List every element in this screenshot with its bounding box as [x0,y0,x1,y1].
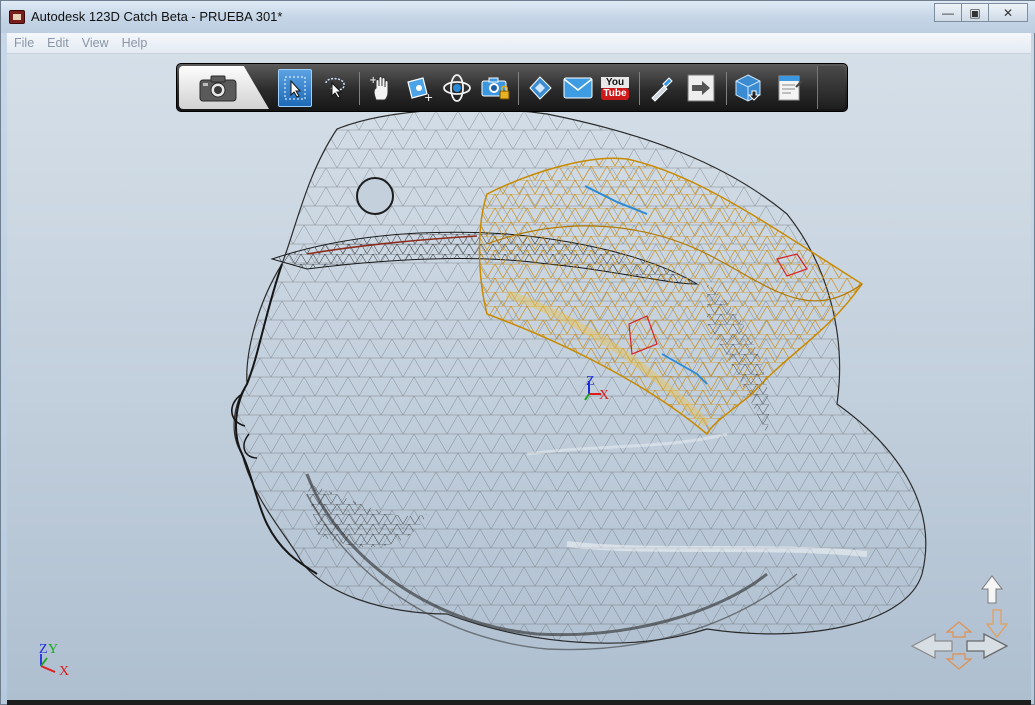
lasso-select-icon [325,77,345,99]
pan-tool-button[interactable]: + [364,69,398,107]
select-icon [284,76,306,100]
locked-camera-tool-button[interactable] [478,69,512,107]
center-axis-z-label: Z [586,374,595,389]
main-toolbar: + + You Tube [176,63,848,112]
mesh-download-tool-button[interactable] [731,69,765,107]
svg-text:+: + [424,91,433,102]
window-controls: — ▣ ✕ [934,3,1028,22]
window-title: Autodesk 123D Catch Beta - PRUEBA 301* [31,9,283,24]
add-point-tool-button[interactable]: + [402,69,436,107]
toolbar-end-cap [817,66,845,109]
youtube-label-bottom: Tube [601,87,629,100]
menu-bar: File Edit View Help [7,33,1031,54]
status-strip [7,700,1031,705]
camera-icon [199,75,237,102]
youtube-tool-button[interactable]: You Tube [598,69,632,107]
navigation-arrows[interactable] [910,575,1009,670]
email-tool-button[interactable] [561,69,595,107]
head-wireframe-mesh[interactable]: Z X Z Y X [7,54,1031,700]
add-point-icon: + [407,77,433,102]
3d-viewport[interactable]: Z X Z Y X [7,54,1031,700]
film-icon [529,76,552,100]
mesh-download-icon [735,74,761,102]
restore-button[interactable]: ▣ [961,3,989,22]
app-window: Autodesk 123D Catch Beta - PRUEBA 301* —… [0,0,1035,705]
arrow-down-icon[interactable] [985,609,1009,639]
email-icon [563,77,593,99]
app-logo-icon [9,10,25,24]
youtube-icon: You Tube [601,76,629,100]
arrow-forward-icon[interactable] [945,621,973,638]
pan-hand-icon: + [369,75,389,101]
arrow-left-icon[interactable] [910,633,953,659]
minimize-button[interactable]: — [934,3,962,22]
eyedropper-tool-button[interactable] [644,69,678,107]
menu-view[interactable]: View [75,36,115,50]
arrow-back-icon[interactable] [945,653,973,670]
menu-help[interactable]: Help [115,36,154,50]
center-axis-x-label: X [599,388,609,403]
corner-axis-y-label: Y [48,642,58,657]
orbit-icon [443,74,471,102]
settings-document-icon [778,75,803,101]
lasso-select-tool-button[interactable] [318,69,352,107]
arrow-up-icon[interactable] [980,575,1004,604]
corner-axis-z-label: Z [39,642,48,657]
arrow-right-icon[interactable] [966,632,1009,660]
menu-file[interactable]: File [7,36,40,50]
youtube-label-top: You [601,76,629,88]
settings-document-tool-button[interactable] [773,69,807,107]
film-tool-button[interactable] [523,69,557,107]
menu-edit[interactable]: Edit [40,36,75,50]
export-tool-button[interactable] [684,69,718,107]
close-button[interactable]: ✕ [988,3,1028,22]
orbit-tool-button[interactable] [440,69,474,107]
eyedropper-icon [651,77,673,102]
export-icon [687,74,715,102]
capture-photos-button[interactable] [179,66,269,109]
title-bar[interactable]: Autodesk 123D Catch Beta - PRUEBA 301* —… [1,1,1035,33]
corner-axis-gizmo: Z Y X [39,642,69,679]
corner-axis-x-label: X [59,664,69,679]
locked-camera-icon [481,77,510,100]
select-tool-button[interactable] [278,69,312,107]
